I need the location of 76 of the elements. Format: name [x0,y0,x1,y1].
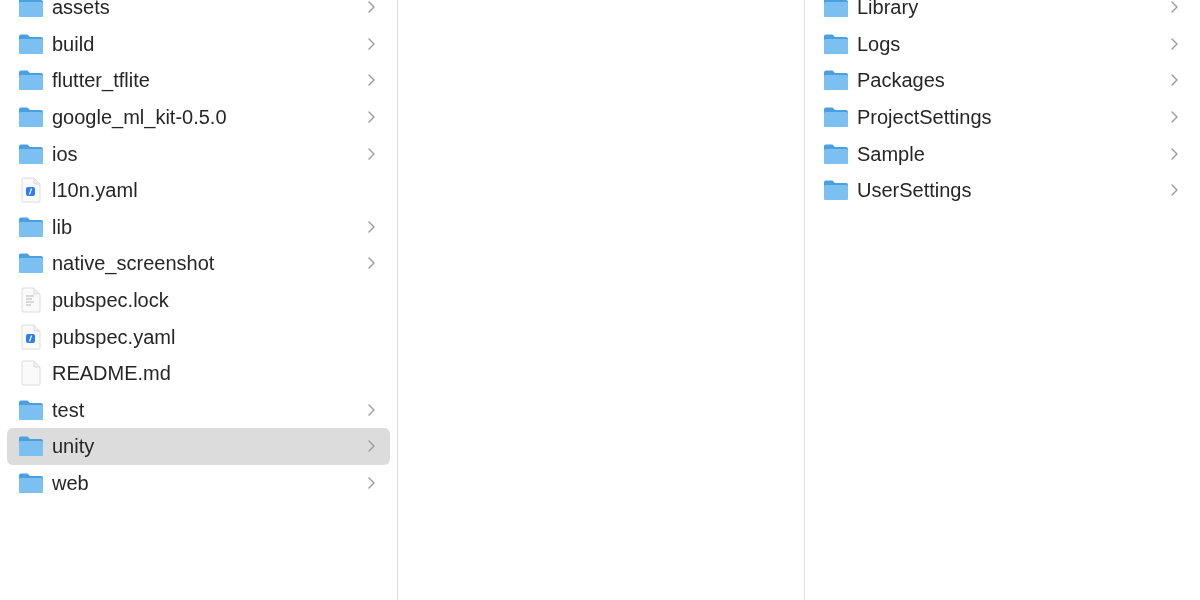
item-name: unity [52,434,96,460]
folder-row[interactable]: test [7,391,390,429]
folder-icon [18,106,44,129]
item-name: UserSettings [857,178,973,204]
file-row[interactable]: pubspec.lock [7,281,390,319]
folder-row[interactable]: native_screenshot [7,245,390,282]
folder-row[interactable]: Sample [812,135,1193,172]
folder-icon [18,472,44,494]
folder-icon [18,435,44,458]
item-name: assets [52,0,111,21]
chevron-right-icon [368,37,375,50]
chevron-right-icon [368,257,375,270]
item-name: pubspec.lock [52,288,170,314]
item-name: google_ml_kit-0.5.0 [52,105,228,131]
item-name: test [52,397,86,423]
folder-icon [18,398,44,421]
folder-row[interactable]: ProjectSettings [812,98,1193,136]
chevron-right-icon [368,403,375,416]
yaml-file-icon [20,323,42,350]
chevron-right-icon [1171,1,1178,14]
folder-icon [823,32,849,55]
chevron-right-icon [1171,74,1178,87]
chevron-right-icon [368,111,375,124]
blank-file-icon [20,360,42,387]
folder-row[interactable]: UserSettings [812,171,1193,209]
chevron-right-icon [368,74,375,87]
chevron-right-icon [1171,184,1178,197]
folder-row[interactable]: unity [7,428,390,465]
folder-row[interactable]: web [7,464,390,502]
item-name: lib [52,214,73,240]
chevron-right-icon [1171,37,1178,50]
chevron-right-icon [368,220,375,233]
folder-row[interactable]: Logs [812,25,1193,63]
item-name: README.md [52,361,172,387]
folder-icon [823,142,849,165]
item-name: web [52,471,90,496]
chevron-right-icon [368,1,375,14]
file-row[interactable]: README.md [7,354,390,392]
item-name: native_screenshot [52,251,216,277]
chevron-right-icon [368,147,375,160]
folder-icon [18,215,44,238]
file-row[interactable]: l10n.yaml [7,171,390,209]
yaml-file-icon [20,177,42,204]
item-name: Packages [857,68,946,94]
file-row[interactable]: pubspec.yaml [7,318,390,355]
item-name: build [52,31,96,57]
item-name: flutter_tflite [52,68,151,94]
item-name: ios [52,141,79,167]
folder-icon [823,0,849,19]
chevron-right-icon [1171,111,1178,124]
folder-icon [823,106,849,129]
item-name: Logs [857,31,902,57]
folder-icon [18,142,44,165]
folder-row[interactable]: google_ml_kit-0.5.0 [7,98,390,136]
chevron-right-icon [368,440,375,453]
folder-icon [18,252,44,275]
chevron-right-icon [1171,147,1178,160]
item-name: Sample [857,141,926,167]
folder-icon [18,69,44,92]
folder-icon [823,69,849,92]
folder-icon [18,32,44,55]
folder-row[interactable]: lib [7,208,390,246]
folder-row[interactable]: Packages [812,62,1193,99]
item-name: ProjectSettings [857,105,993,131]
item-name: l10n.yaml [52,178,139,204]
folder-row[interactable]: flutter_tflite [7,62,390,99]
chevron-right-icon [368,477,375,489]
text-file-icon [20,287,42,314]
folder-row[interactable]: ios [7,135,390,172]
item-name: pubspec.yaml [52,324,177,350]
folder-icon [823,179,849,202]
folder-row[interactable]: build [7,25,390,63]
folder-icon [18,0,44,19]
folder-row[interactable]: Library [812,0,1193,26]
item-name: Library [857,0,920,21]
folder-row[interactable]: assets [7,0,390,26]
